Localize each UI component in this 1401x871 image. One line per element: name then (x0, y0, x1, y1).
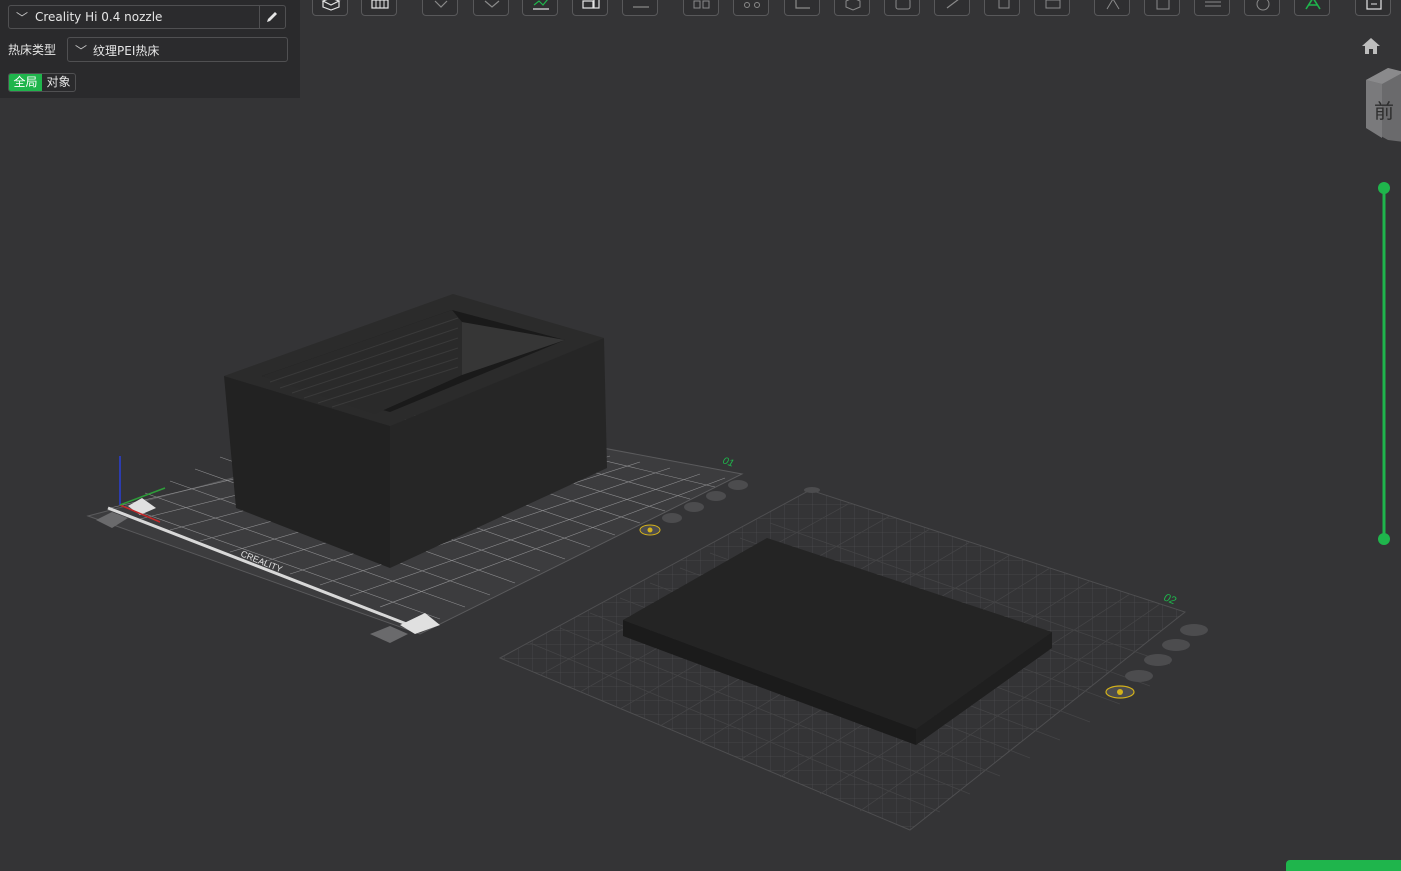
slicer-app: CREALITY 01 02 ﹀ Creality Hi 0.4 nozzle … (0, 0, 1401, 871)
plate-orient-icon[interactable] (684, 502, 704, 512)
plate-settings-dot (1117, 689, 1123, 695)
split-to-parts-icon (633, 6, 649, 8)
cut-icon (1045, 0, 1061, 9)
bed-type-label: 热床类型 (8, 43, 57, 57)
tool-multi-plate[interactable] (683, 0, 719, 16)
plate-lock-icon[interactable] (662, 513, 682, 523)
plate-1-label: 01 (721, 455, 735, 469)
tool-seam-paint[interactable] (934, 0, 970, 16)
tool-color-paint[interactable] (984, 0, 1020, 16)
plate-orient-icon[interactable] (1144, 654, 1172, 666)
tool-return[interactable] (1355, 0, 1391, 16)
chevron-down-icon: ﹀ (16, 11, 29, 25)
support-paint-icon (895, 0, 911, 10)
tool-cube-view[interactable] (834, 0, 870, 16)
tool-auto-orient[interactable] (522, 0, 558, 16)
printer-select[interactable]: ﹀ Creality Hi 0.4 nozzle (8, 5, 286, 29)
tool-hollow[interactable] (1144, 0, 1180, 16)
assembly-icon (744, 2, 760, 8)
edit-printer-button[interactable] (259, 6, 285, 28)
home-view-icon[interactable] (1360, 36, 1382, 56)
hollow-icon (1156, 0, 1170, 10)
view-cube[interactable]: 前 (1364, 66, 1401, 146)
tool-scale[interactable] (1094, 0, 1130, 16)
tool-lay-flat[interactable] (473, 0, 509, 16)
auto-orient-icon (533, 0, 549, 10)
plate-close-icon[interactable] (728, 480, 748, 490)
main-toolbar (300, 0, 1401, 18)
tool-add-object[interactable] (312, 0, 348, 16)
lay-flat-icon (484, 0, 500, 8)
scope-toggle: 全局 对象 (8, 73, 76, 92)
plate-arrange-icon[interactable] (706, 491, 726, 501)
scope-object-button[interactable]: 对象 (42, 74, 75, 91)
add-object-icon (321, 0, 341, 11)
return-icon (1366, 0, 1382, 10)
tool-support-paint[interactable] (884, 0, 920, 16)
tool-assembly[interactable] (733, 0, 769, 16)
plate-lock-icon[interactable] (1125, 670, 1153, 682)
emboss-icon (1305, 0, 1321, 10)
measure-icon (795, 0, 810, 9)
bed-type-select[interactable]: ﹀ 纹理PEI热床 (67, 37, 288, 62)
seam-paint-icon (946, 0, 959, 9)
plate-arrange-icon[interactable] (1162, 639, 1190, 651)
layer-slider-bottom-handle[interactable] (1378, 533, 1390, 545)
tool-emboss[interactable] (1294, 0, 1330, 16)
split-to-objects-icon (582, 0, 600, 9)
arrange-grid-icon (371, 0, 389, 9)
bed-type-value: 纹理PEI热床 (93, 44, 160, 58)
plate-close-icon[interactable] (1180, 624, 1208, 636)
color-paint-icon (998, 0, 1010, 9)
tool-measure[interactable] (784, 0, 820, 16)
text-icon (1256, 0, 1270, 11)
tool-cut[interactable] (1034, 0, 1070, 16)
3d-viewport[interactable]: CREALITY 01 02 (0, 0, 1401, 871)
tool-split-parts[interactable] (622, 0, 658, 16)
printer-select-value: Creality Hi 0.4 nozzle (35, 10, 163, 24)
tool-split-objects[interactable] (572, 0, 608, 16)
bed-clip-icon (370, 626, 408, 643)
slice-button[interactable] (1286, 860, 1401, 871)
print-settings-panel: ﹀ Creality Hi 0.4 nozzle 热床类型 ﹀ 纹理PEI热床 … (0, 0, 300, 98)
scope-global-button[interactable]: 全局 (9, 74, 42, 91)
plate-2-marker (804, 487, 820, 493)
layer-slider-top-handle[interactable] (1378, 182, 1390, 194)
tool-orient[interactable] (422, 0, 458, 16)
multi-plate-icon (693, 0, 710, 9)
cube-view-icon (845, 0, 861, 11)
plate-settings-dot (647, 527, 653, 533)
view-cube-front-label: 前 (1374, 99, 1394, 123)
tool-text[interactable] (1244, 0, 1280, 16)
pencil-icon (267, 12, 277, 22)
tool-boolean[interactable] (1194, 0, 1230, 16)
scale-icon (1106, 0, 1120, 10)
boolean-icon (1205, 1, 1221, 7)
orient-icon (434, 0, 448, 8)
tool-arrange[interactable] (361, 0, 397, 16)
layer-slider[interactable] (1376, 182, 1392, 546)
chevron-down-icon: ﹀ (75, 44, 88, 58)
